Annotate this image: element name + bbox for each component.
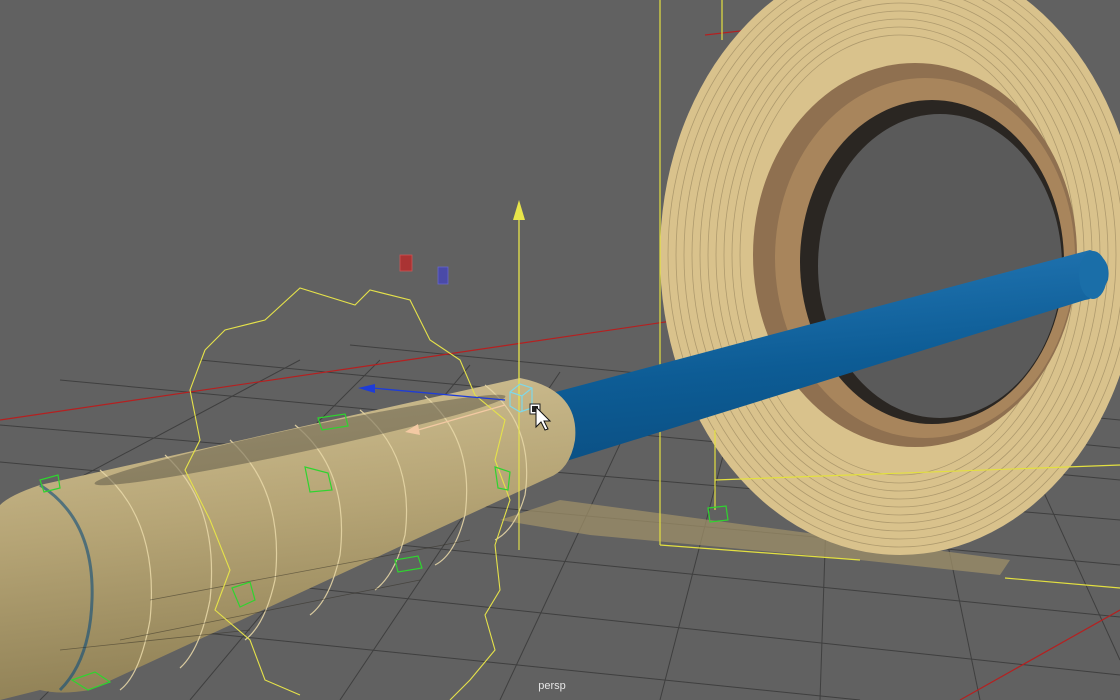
manip-x-arrow-icon[interactable] bbox=[358, 384, 375, 393]
manip-y-arrow-icon[interactable] bbox=[513, 200, 525, 220]
perspective-viewport[interactable]: persp bbox=[0, 0, 1120, 700]
light-blue-marker bbox=[437, 266, 449, 285]
viewport-canvas[interactable] bbox=[0, 0, 1120, 700]
light-red-marker bbox=[399, 254, 413, 272]
wrap-tape-object[interactable] bbox=[0, 378, 576, 700]
camera-name-label: persp bbox=[538, 680, 566, 692]
